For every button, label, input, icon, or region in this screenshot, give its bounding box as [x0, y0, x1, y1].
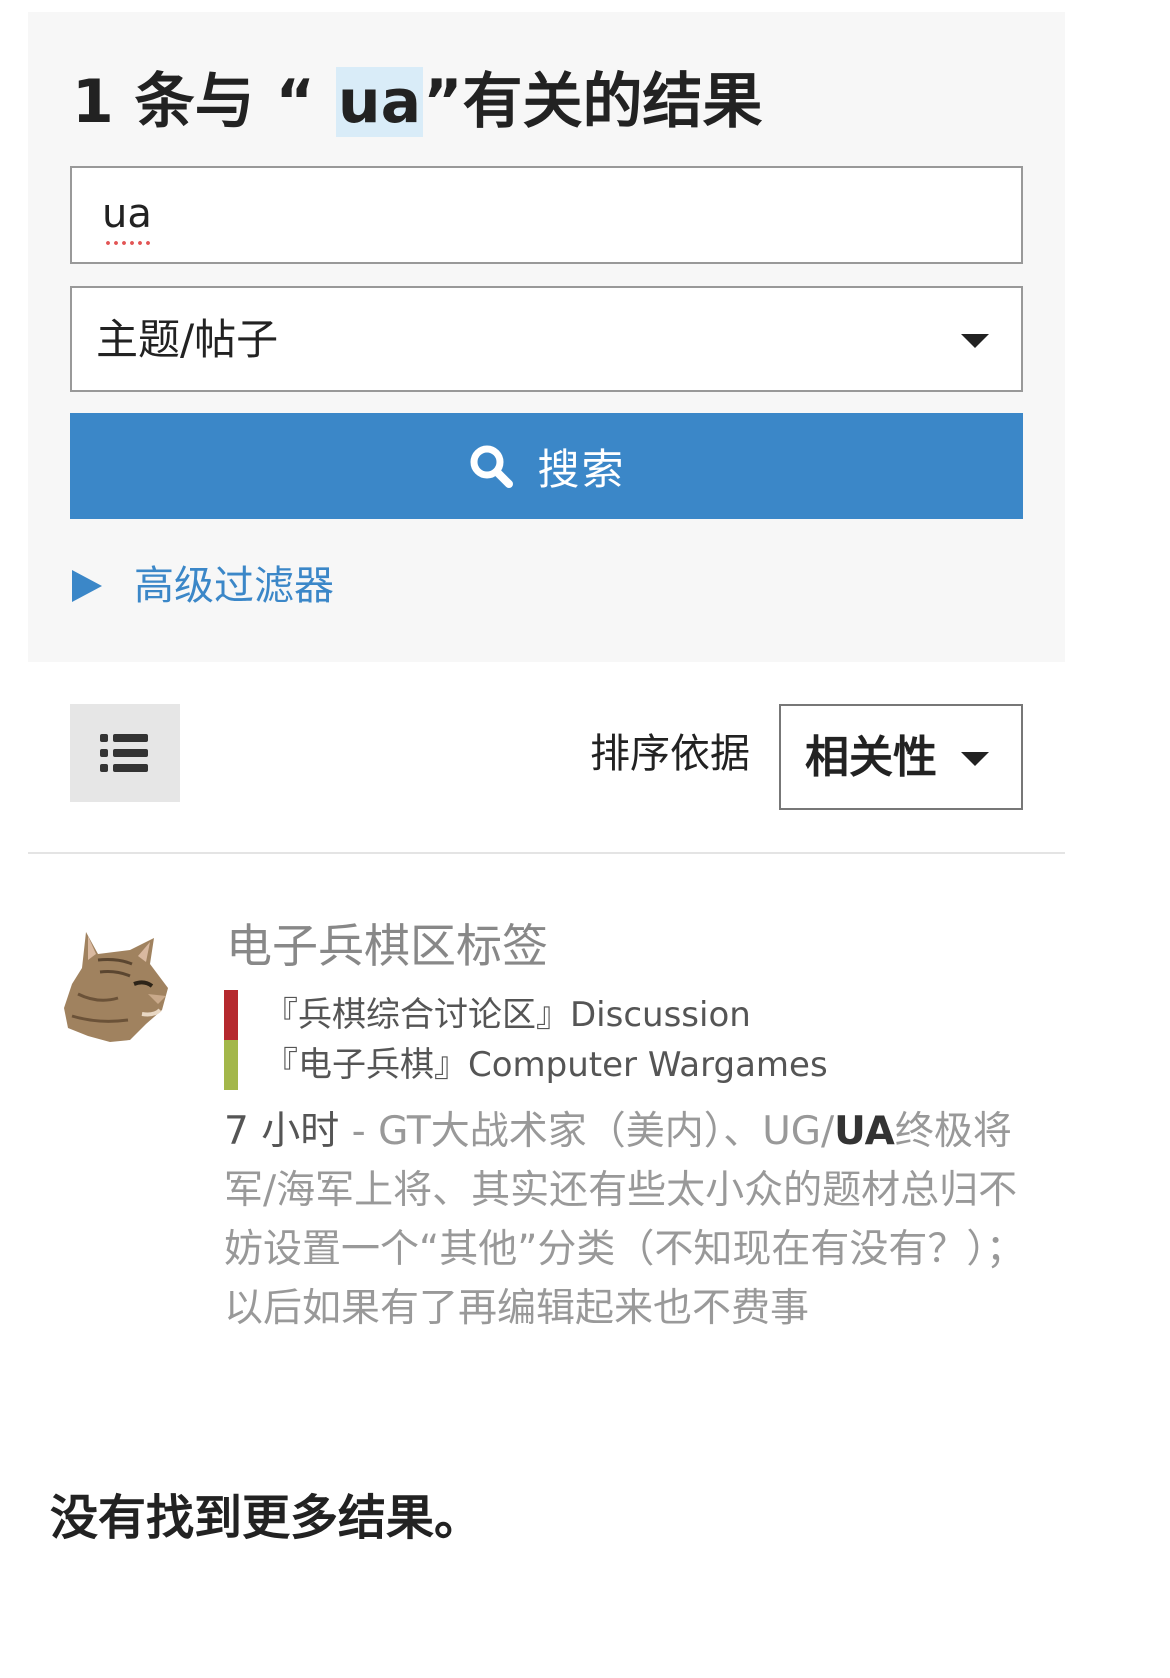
list-icon: [100, 734, 148, 772]
sort-select-value: 相关性: [805, 732, 937, 783]
result-title[interactable]: 电子兵棋区标签: [226, 916, 548, 976]
search-panel: 1 条与 “ ua”有关的结果 ua 主题/帖子 搜索 高级过滤器: [28, 12, 1065, 662]
category-tag[interactable]: 『电子兵棋』Computer Wargames: [224, 1040, 828, 1090]
sort-label: 排序依据: [590, 731, 750, 777]
search-type-value: 主题/帖子: [96, 315, 279, 364]
chevron-down-icon: [961, 334, 989, 348]
snippet-text-before: - GT大战术家（美内）、UG/: [339, 1109, 835, 1154]
no-more-results-message: 没有找到更多结果。: [50, 1490, 483, 1546]
advanced-filter-toggle[interactable]: 高级过滤器: [72, 558, 334, 614]
search-button-label: 搜索: [537, 444, 626, 494]
heading-prefix: 1 条与 “: [72, 67, 336, 137]
search-type-select[interactable]: 主题/帖子: [70, 286, 1023, 392]
search-icon: [470, 445, 514, 488]
heading-suffix: ”有关的结果: [423, 67, 763, 137]
category-tag-label[interactable]: 『兵棋综合讨论区』Discussion: [264, 993, 751, 1037]
search-input-value[interactable]: ua: [102, 188, 152, 240]
list-view-toggle[interactable]: [70, 704, 180, 802]
expand-triangle-icon: [72, 570, 102, 602]
result-snippet[interactable]: 7 小时 - GT大战术家（美内）、UG/UA终极将军/海军上将、其实还有些太小…: [224, 1102, 1044, 1338]
advanced-filter-label[interactable]: 高级过滤器: [134, 558, 334, 614]
sort-select[interactable]: 相关性: [779, 704, 1023, 810]
category-tag[interactable]: 『兵棋综合讨论区』Discussion: [224, 990, 751, 1040]
category-color-bar: [224, 1040, 238, 1090]
spellcheck-underline: [104, 240, 152, 246]
results-heading: 1 条与 “ ua”有关的结果: [72, 64, 763, 140]
search-page: 1 条与 “ ua”有关的结果 ua 主题/帖子 搜索 高级过滤器 排序依据 相…: [0, 0, 1099, 1573]
avatar[interactable]: [58, 924, 180, 1048]
search-input[interactable]: ua: [70, 166, 1023, 264]
category-color-bar: [224, 990, 238, 1040]
chevron-down-icon: [961, 752, 989, 766]
search-button[interactable]: 搜索: [70, 413, 1023, 519]
heading-query-highlight: ua: [335, 67, 424, 137]
category-tag-label[interactable]: 『电子兵棋』Computer Wargames: [264, 1043, 828, 1087]
snippet-highlight: UA: [834, 1109, 895, 1154]
result-time: 7 小时: [224, 1109, 340, 1154]
divider: [28, 852, 1065, 854]
